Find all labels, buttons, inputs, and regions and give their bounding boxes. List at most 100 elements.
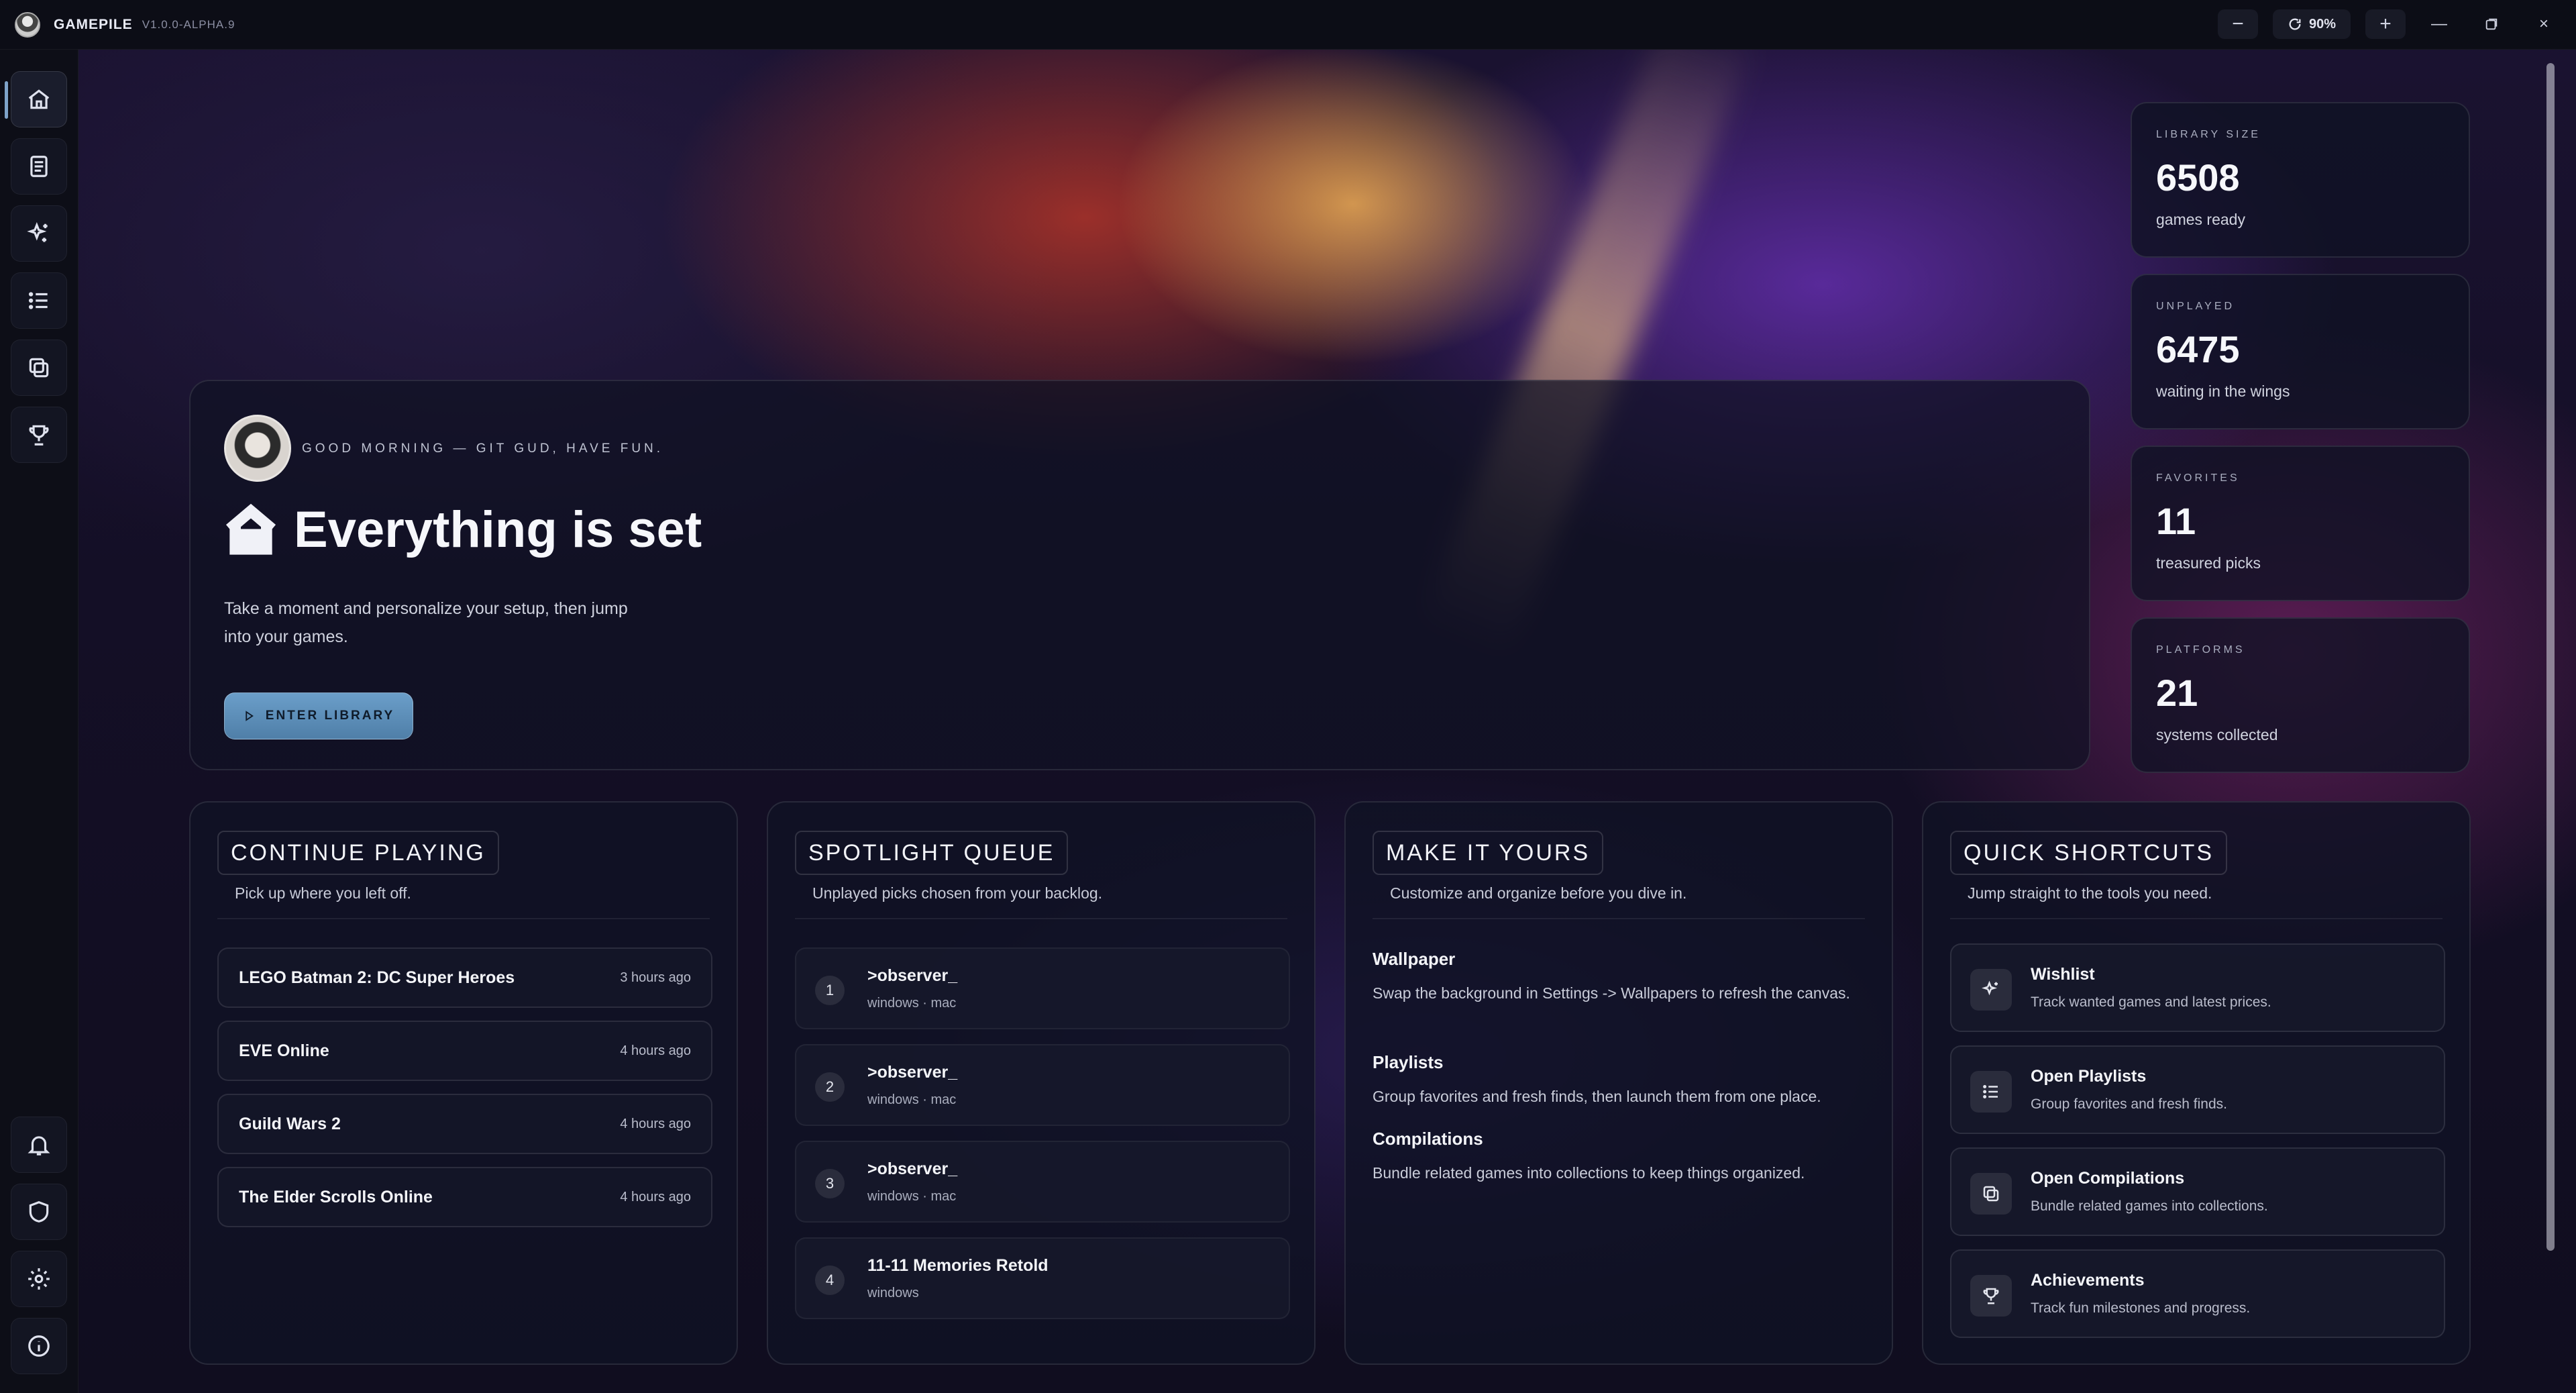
minimize-button[interactable]: — (2420, 9, 2458, 39)
enter-library-button[interactable]: ENTER LIBRARY (224, 692, 413, 739)
shortcut-achievements[interactable]: Achievements Track fun milestones and pr… (1950, 1249, 2445, 1338)
minus-icon: − (2232, 13, 2244, 35)
gear-icon (28, 1268, 50, 1290)
spotlight-item[interactable]: 2 >observer_ windows · mac (795, 1044, 1290, 1126)
divider (1373, 918, 1865, 919)
queue-position: 3 (815, 1169, 845, 1198)
maximize-button[interactable] (2473, 9, 2510, 39)
bell-icon (28, 1136, 50, 1155)
zoom-in-button[interactable]: + (2365, 9, 2406, 39)
stat-card-platforms: PLATFORMS 21 systems collected (2131, 617, 2470, 773)
maximize-icon (2485, 18, 2498, 30)
last-played: 4 hours ago (620, 1189, 691, 1204)
enter-library-label: ENTER LIBRARY (265, 709, 395, 723)
stat-caption: treasured picks (2156, 554, 2261, 572)
hero-card: GOOD MORNING — GIT GUD, HAVE FUN. Everyt… (189, 380, 2090, 770)
nav-achievements[interactable] (11, 407, 67, 463)
close-button[interactable]: × (2525, 9, 2563, 39)
recent-game-item[interactable]: Guild Wars 2 4 hours ago (217, 1094, 712, 1154)
nav-playlists[interactable] (11, 272, 67, 329)
greeting-text: GOOD MORNING — GIT GUD, HAVE FUN. (302, 442, 664, 456)
shortcut-description: Group favorites and fresh finds. (2031, 1096, 2227, 1112)
queue-position: 2 (815, 1072, 845, 1102)
game-platforms: windows · mac (867, 996, 957, 1011)
game-title: >observer_ (867, 966, 958, 985)
app-logo (15, 11, 40, 38)
game-title: Guild Wars 2 (239, 1114, 341, 1133)
stat-caption: games ready (2156, 211, 2245, 228)
game-platforms: windows · mac (867, 1092, 957, 1107)
shortcut-wishlist[interactable]: Wishlist Track wanted games and latest p… (1950, 943, 2445, 1032)
shortcut-title: Achievements (2031, 1271, 2145, 1290)
minimize-icon: — (2431, 15, 2447, 33)
shortcut-description: Track wanted games and latest prices. (2031, 994, 2271, 1010)
game-title: 11-11 Memories Retold (867, 1256, 1049, 1275)
shortcut-title: Open Playlists (2031, 1067, 2147, 1086)
stat-card-library-size: LIBRARY SIZE 6508 games ready (2131, 102, 2470, 258)
shortcut-description: Track fun milestones and progress. (2031, 1300, 2251, 1316)
nav-notifications[interactable] (11, 1117, 67, 1173)
recent-game-item[interactable]: The Elder Scrolls Online 4 hours ago (217, 1167, 712, 1227)
panel-subtitle: Unplayed picks chosen from your backlog. (812, 884, 1103, 902)
stat-label: PLATFORMS (2156, 644, 2245, 656)
scrollbar[interactable] (2544, 56, 2557, 1358)
game-title: >observer_ (867, 1063, 958, 1082)
continue-playing-panel: CONTINUE PLAYING Pick up where you left … (189, 801, 738, 1365)
tip-heading: Wallpaper (1373, 949, 1456, 969)
zoom-out-button[interactable]: − (2217, 9, 2258, 39)
zoom-level: 90% (2308, 16, 2336, 32)
tip-heading: Playlists (1373, 1052, 1444, 1072)
panel-subtitle: Pick up where you left off. (235, 884, 411, 902)
nav-settings[interactable] (11, 1251, 67, 1307)
play-icon (246, 711, 254, 721)
info-icon (28, 1335, 50, 1357)
panel-subtitle: Customize and organize before you dive i… (1390, 884, 1687, 902)
stat-label: LIBRARY SIZE (2156, 129, 2261, 140)
game-platforms: windows (867, 1286, 919, 1300)
hero-description: Take a moment and personalize your setup… (224, 599, 628, 646)
stack-icon (29, 358, 49, 378)
spotlight-queue-panel: SPOTLIGHT QUEUE Unplayed picks chosen fr… (767, 801, 1316, 1365)
spotlight-item[interactable]: 4 11-11 Memories Retold windows (795, 1237, 1290, 1319)
game-title: LEGO Batman 2: DC Super Heroes (239, 968, 515, 987)
game-title: EVE Online (239, 1041, 329, 1060)
stat-value: 6508 (2156, 156, 2240, 199)
sparkles-icon (1982, 980, 1998, 996)
nav-compilations[interactable] (11, 340, 67, 396)
panel-title: MAKE IT YOURS (1373, 831, 1604, 875)
home-icon (225, 503, 276, 555)
app-version: V1.0.0-ALPHA.9 (142, 17, 235, 31)
divider (1950, 918, 2443, 919)
nav-security[interactable] (11, 1184, 67, 1240)
stat-caption: systems collected (2156, 726, 2278, 743)
nav-about[interactable] (11, 1318, 67, 1374)
tip-description: Swap the background in Settings -> Wallp… (1373, 984, 1850, 1002)
queue-position: 1 (815, 976, 845, 1005)
nav-wishlist[interactable] (11, 205, 67, 262)
panel-title: QUICK SHORTCUTS (1950, 831, 2228, 875)
sidebar (0, 50, 78, 1393)
scrollbar-thumb[interactable] (2546, 63, 2555, 1251)
nav-home[interactable] (5, 71, 67, 127)
divider (217, 918, 710, 919)
stat-card-unplayed: UNPLAYED 6475 waiting in the wings (2131, 274, 2470, 429)
stat-value: 21 (2156, 672, 2198, 714)
stat-label: UNPLAYED (2156, 301, 2235, 312)
title-bar: GAMEPILE V1.0.0-ALPHA.9 − 90% + — × (0, 0, 2576, 50)
stack-icon (1983, 1186, 1999, 1202)
zoom-reset-button[interactable]: 90% (2272, 9, 2351, 39)
avatar[interactable] (224, 415, 291, 482)
spotlight-item[interactable]: 3 >observer_ windows · mac (795, 1141, 1290, 1223)
recent-game-item[interactable]: LEGO Batman 2: DC Super Heroes 3 hours a… (217, 947, 712, 1008)
app-name: GAMEPILE (54, 16, 133, 32)
home-icon (28, 89, 50, 109)
shortcut-open-playlists[interactable]: Open Playlists Group favorites and fresh… (1950, 1045, 2445, 1134)
stat-value: 6475 (2156, 328, 2240, 370)
spotlight-item[interactable]: 1 >observer_ windows · mac (795, 947, 1290, 1029)
game-title: >observer_ (867, 1159, 958, 1178)
game-platforms: windows · mac (867, 1189, 957, 1204)
recent-game-item[interactable]: EVE Online 4 hours ago (217, 1021, 712, 1081)
nav-library[interactable] (11, 138, 67, 195)
shortcut-open-compilations[interactable]: Open Compilations Bundle related games i… (1950, 1147, 2445, 1236)
shortcut-description: Bundle related games into collections. (2031, 1198, 2268, 1214)
